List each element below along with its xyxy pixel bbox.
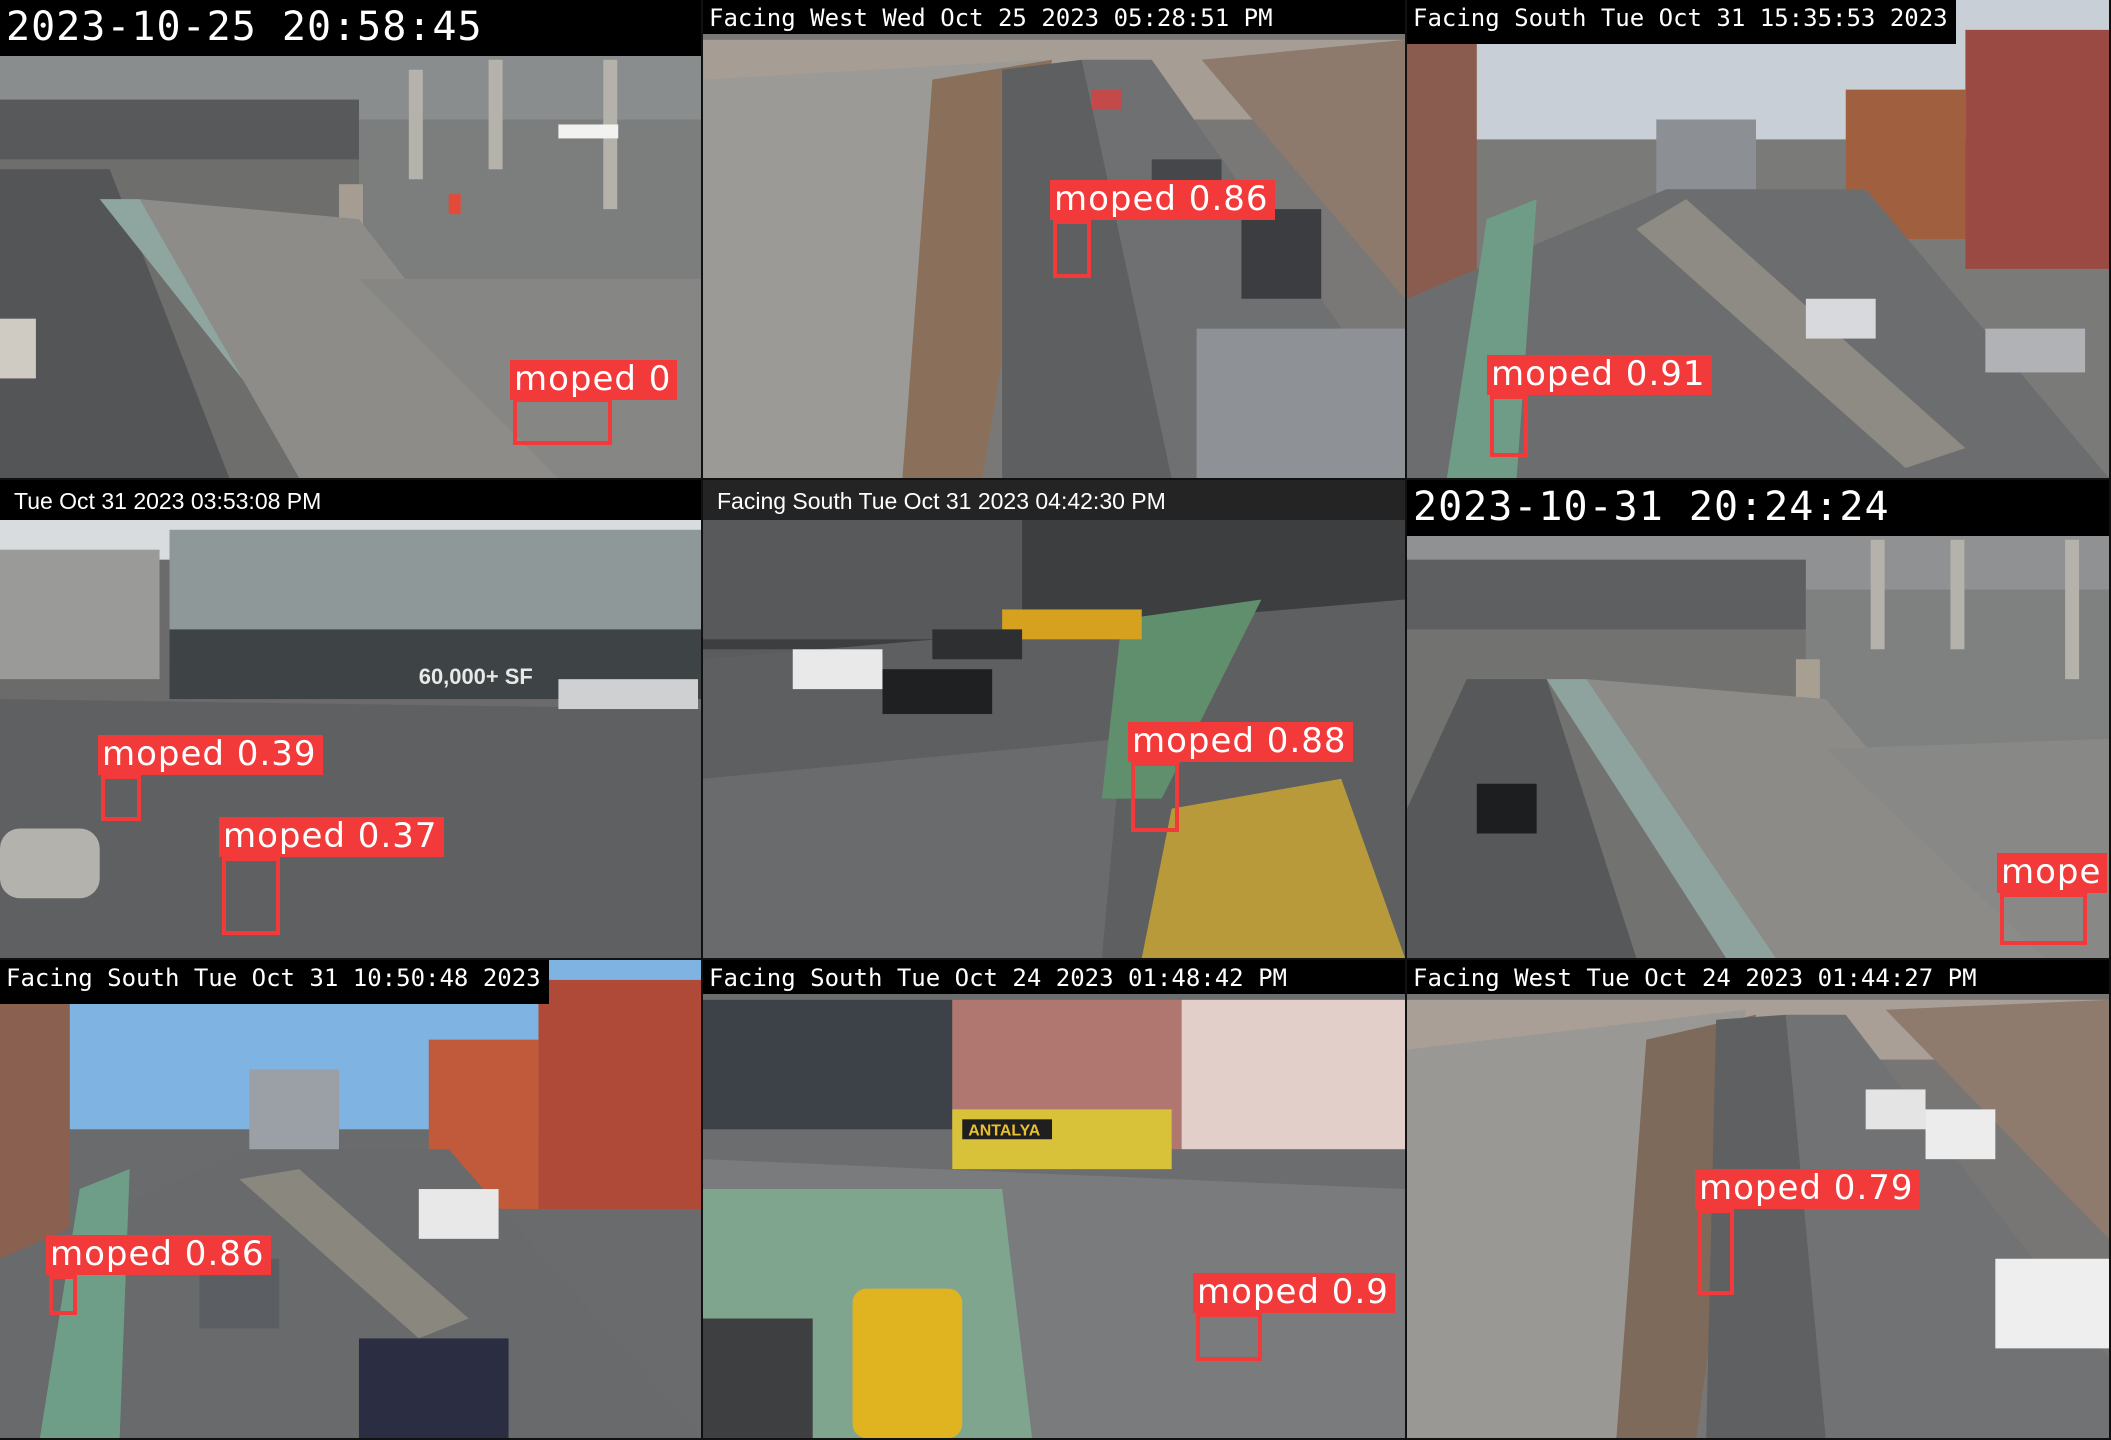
camera-timestamp: Facing South Tue Oct 31 10:50:48 2023: [0, 960, 549, 1004]
camera-tile-2[interactable]: Facing West Wed Oct 25 2023 05:28:51 PM …: [703, 0, 1407, 480]
camera-feed-image: 60,000+ SF: [0, 480, 701, 958]
camera-timestamp: 2023-10-25 20:58:45: [0, 0, 701, 56]
moped-detection[interactable]: moped 0.39: [98, 735, 323, 821]
camera-tile-9[interactable]: Facing West Tue Oct 24 2023 01:44:27 PM …: [1407, 960, 2111, 1440]
moped-detection[interactable]: moped 0.86: [1050, 180, 1275, 278]
detection-label: moped 0.86: [1050, 180, 1275, 220]
camera-feed-image: [0, 960, 701, 1438]
detection-box: [1490, 395, 1528, 457]
detection-label: moped 0.86: [46, 1235, 271, 1275]
detection-label: moped 0.91: [1487, 355, 1712, 395]
detection-label: moped 0.88: [1128, 722, 1353, 762]
detection-box: [49, 1275, 77, 1315]
camera-timestamp: Facing South Tue Oct 31 2023 04:42:30 PM: [703, 480, 1405, 520]
moped-detection[interactable]: moped 0.79: [1695, 1169, 1920, 1295]
moped-detection[interactable]: moped 0.9: [1193, 1273, 1395, 1361]
detection-box: [222, 857, 280, 935]
detection-label: mope: [1997, 853, 2108, 893]
detection-box: [101, 775, 141, 821]
detection-box: [1698, 1209, 1734, 1295]
moped-detection[interactable]: moped 0.37: [219, 817, 444, 935]
moped-detection[interactable]: moped 0.88: [1128, 722, 1353, 832]
detection-box: [1053, 220, 1091, 278]
camera-tile-8[interactable]: ANTALYA Facing South Tue Oct 24 2023 01:…: [703, 960, 1407, 1440]
scene-text: 60,000+ SF: [419, 664, 533, 689]
camera-tile-7[interactable]: Facing South Tue Oct 31 10:50:48 2023 mo…: [0, 960, 703, 1440]
camera-grid: 2023-10-25 20:58:45 moped 0 Facing West: [0, 0, 2111, 1440]
detection-box: [513, 398, 612, 445]
moped-detection[interactable]: mope: [1997, 853, 2108, 945]
scene-text: ANTALYA: [968, 1122, 1041, 1139]
detection-label: moped 0: [510, 360, 678, 400]
camera-tile-4[interactable]: 60,000+ SF Tue Oct 31 2023 03:53:08 PM m…: [0, 480, 703, 960]
camera-timestamp: Tue Oct 31 2023 03:53:08 PM: [0, 480, 701, 520]
moped-detection[interactable]: moped 0.86: [46, 1235, 271, 1315]
detection-box: [1131, 762, 1179, 832]
detection-box: [1196, 1313, 1262, 1361]
camera-tile-6[interactable]: 2023-10-31 20:24:24 mope: [1407, 480, 2111, 960]
camera-timestamp: 2023-10-31 20:24:24: [1407, 480, 2109, 536]
camera-feed-image: ANTALYA: [703, 960, 1405, 1438]
detection-label: moped 0.79: [1695, 1169, 1920, 1209]
camera-tile-5[interactable]: Facing South Tue Oct 31 2023 04:42:30 PM…: [703, 480, 1407, 960]
moped-detection[interactable]: moped 0: [510, 360, 678, 445]
detection-label: moped 0.37: [219, 817, 444, 857]
camera-timestamp: Facing West Tue Oct 24 2023 01:44:27 PM: [1407, 960, 2109, 994]
camera-tile-3[interactable]: Facing South Tue Oct 31 15:35:53 2023 mo…: [1407, 0, 2111, 480]
camera-timestamp: Facing South Tue Oct 24 2023 01:48:42 PM: [703, 960, 1405, 994]
camera-timestamp: Facing South Tue Oct 31 15:35:53 2023: [1407, 0, 1956, 44]
camera-feed-image: [703, 480, 1405, 958]
camera-timestamp: Facing West Wed Oct 25 2023 05:28:51 PM: [703, 0, 1405, 34]
camera-tile-1[interactable]: 2023-10-25 20:58:45 moped 0: [0, 0, 703, 480]
detection-label: moped 0.39: [98, 735, 323, 775]
detection-box: [2000, 893, 2087, 945]
moped-detection[interactable]: moped 0.91: [1487, 355, 1712, 457]
detection-label: moped 0.9: [1193, 1273, 1395, 1313]
